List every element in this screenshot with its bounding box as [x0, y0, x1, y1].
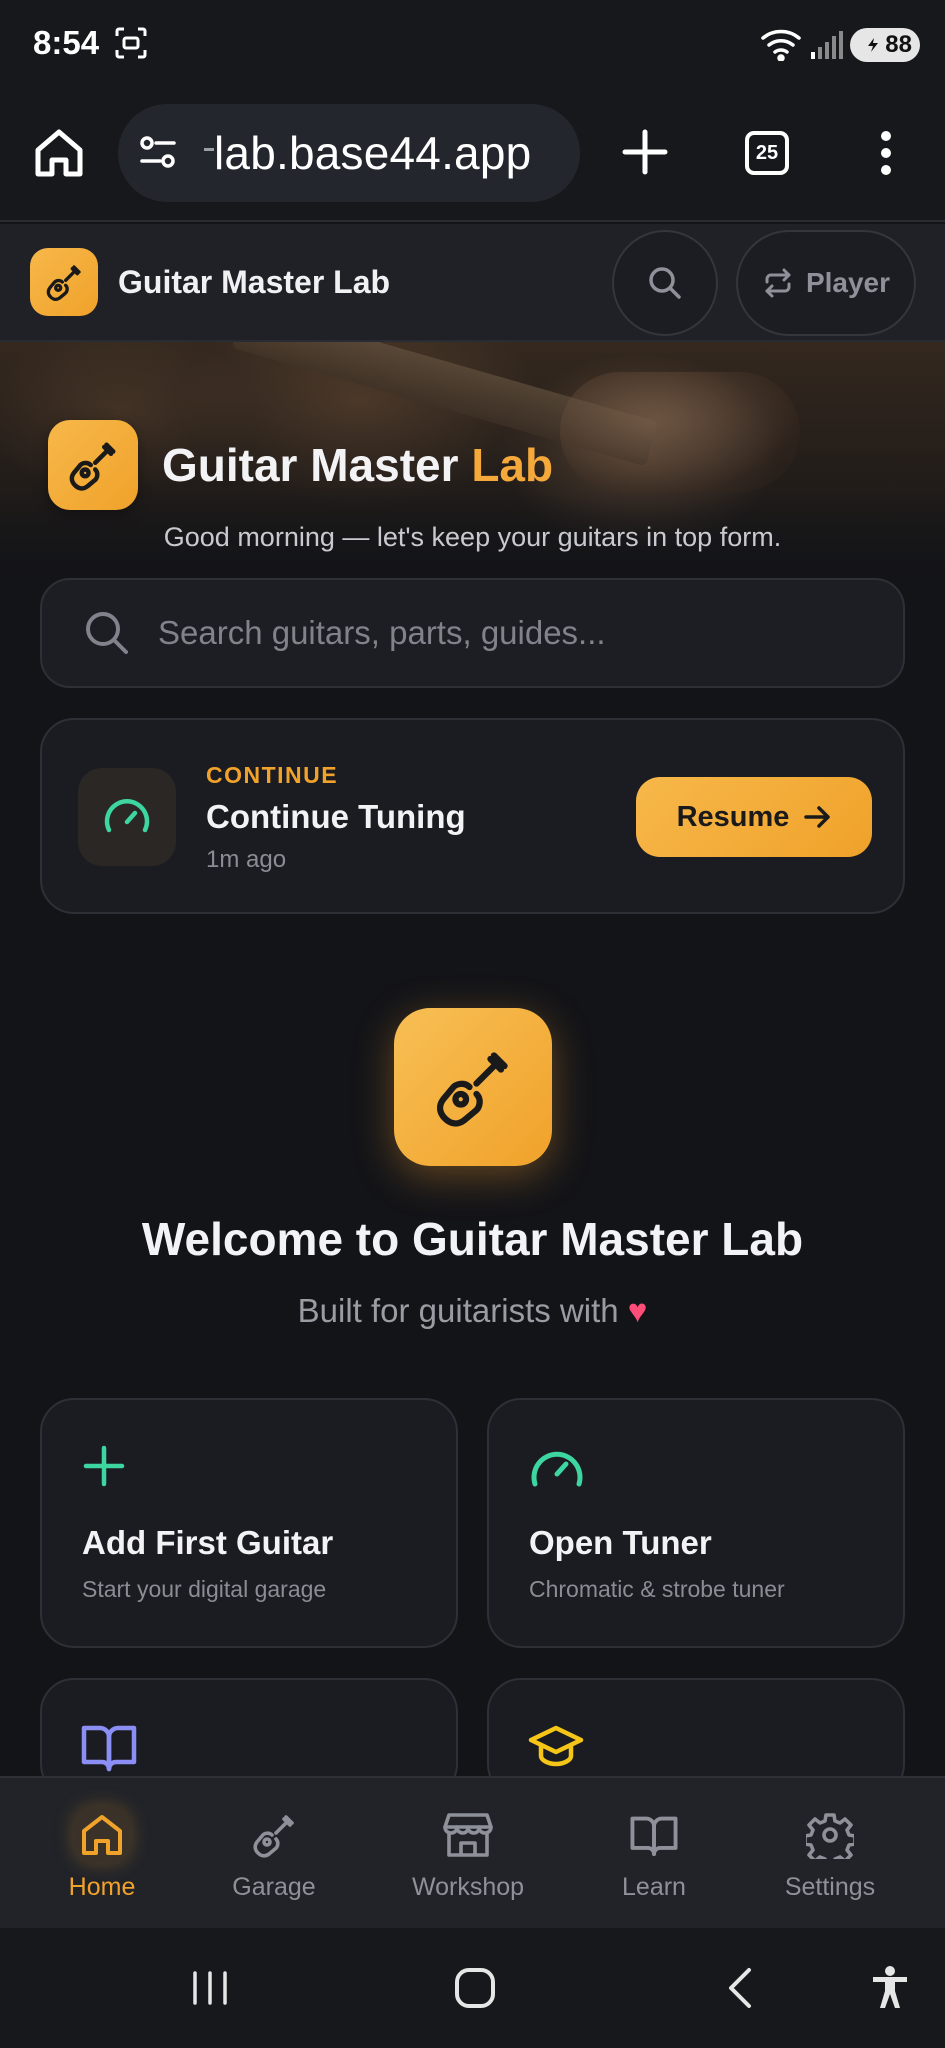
continue-label: CONTINUE	[206, 762, 339, 788]
nav-label: Garage	[232, 1872, 316, 1901]
hero-banner: Guitar Master Lab Good morning — let's k…	[0, 342, 945, 592]
graduation-cap-icon	[527, 1722, 585, 1768]
welcome-subtitle: Built for guitarists with ♥	[297, 1292, 648, 1329]
card-subtitle: Chromatic & strobe tuner	[529, 1576, 785, 1602]
hero-title-accent: Lab	[471, 439, 554, 491]
recent-apps-icon[interactable]	[170, 1928, 250, 2048]
screenshot-icon	[114, 26, 148, 60]
home-icon	[74, 1806, 130, 1863]
hero-logo	[48, 420, 138, 510]
gauge-icon	[527, 1442, 587, 1492]
signal-icon	[810, 30, 844, 60]
resume-button[interactable]: Resume	[636, 777, 872, 857]
gear-icon	[802, 1807, 858, 1863]
book-icon	[626, 1807, 682, 1863]
nav-settings[interactable]: Settings	[770, 1778, 890, 1930]
site-settings-icon[interactable]	[138, 134, 178, 170]
bottom-navigation: Home Garage Workshop Learn Settings	[0, 1776, 945, 1928]
card-title: Add First Guitar	[82, 1524, 334, 1561]
search-icon	[649, 267, 681, 299]
browser-toolbar: lab.base44.app 25	[0, 92, 945, 222]
tab-count-button[interactable]: 25	[745, 131, 789, 175]
more-options-icon[interactable]	[876, 130, 896, 176]
nav-label: Settings	[784, 1872, 876, 1901]
card-title: Open Tuner	[529, 1524, 712, 1561]
plus-icon	[80, 1442, 128, 1490]
nav-label: Learn	[622, 1872, 686, 1901]
player-label: Player	[805, 267, 891, 298]
guitar-icon	[246, 1807, 302, 1863]
system-navigation-bar	[0, 1928, 945, 2048]
welcome-title: Welcome to Guitar Master Lab	[141, 1213, 804, 1265]
nav-home[interactable]: Home	[42, 1778, 162, 1930]
system-home-icon[interactable]	[435, 1928, 515, 2048]
guitar-icon	[46, 265, 81, 301]
guitar-icon	[69, 442, 116, 491]
tuner-gauge-icon	[78, 768, 176, 866]
continue-title: Continue Tuning	[206, 798, 466, 835]
book-icon	[80, 1722, 138, 1772]
url-bar[interactable]: lab.base44.app	[118, 104, 580, 202]
continue-card[interactable]: CONTINUE Continue Tuning 1m ago Resume	[40, 718, 905, 914]
new-tab-icon[interactable]	[622, 129, 668, 175]
add-first-guitar-card[interactable]: Add First Guitar Start your digital gara…	[40, 1398, 458, 1648]
search-input[interactable]	[158, 603, 903, 663]
repeat-icon	[765, 268, 791, 298]
app-logo[interactable]	[30, 248, 98, 316]
search-icon	[84, 610, 130, 656]
hero-greeting: Good morning — let's keep your guitars i…	[163, 522, 782, 552]
header-search-button[interactable]	[612, 230, 718, 336]
app-title: Guitar Master Lab	[118, 264, 391, 300]
url-text: lab.base44.app	[203, 127, 532, 179]
arrow-right-icon	[804, 806, 831, 828]
resume-label: Resume	[676, 800, 790, 833]
nav-label: Workshop	[411, 1872, 525, 1901]
app-header: Guitar Master Lab Player	[0, 224, 945, 342]
status-time: 8:54	[33, 24, 100, 61]
battery-level: 88	[885, 31, 912, 58]
store-icon	[440, 1807, 496, 1863]
back-icon[interactable]	[700, 1928, 780, 2048]
continue-time: 1m ago	[206, 846, 287, 873]
status-bar: 8:54 88	[0, 0, 945, 92]
search-bar[interactable]	[40, 578, 905, 688]
wifi-icon	[760, 27, 804, 61]
battery-indicator: 88	[850, 28, 920, 62]
player-button[interactable]: Player	[736, 230, 916, 336]
card-subtitle: Start your digital garage	[82, 1576, 327, 1602]
nav-learn[interactable]: Learn	[594, 1778, 714, 1930]
hero-title: Guitar Master Lab	[162, 439, 554, 491]
welcome-logo	[394, 1008, 552, 1166]
accessibility-icon[interactable]	[850, 1928, 930, 2048]
nav-garage[interactable]: Garage	[214, 1778, 334, 1930]
browser-home-icon[interactable]	[32, 126, 86, 180]
guitar-icon	[436, 1052, 508, 1127]
nav-label: Home	[68, 1872, 136, 1901]
nav-workshop[interactable]: Workshop	[398, 1778, 538, 1930]
heart-icon: ♥	[627, 1292, 648, 1329]
open-tuner-card[interactable]: Open Tuner Chromatic & strobe tuner	[487, 1398, 905, 1648]
